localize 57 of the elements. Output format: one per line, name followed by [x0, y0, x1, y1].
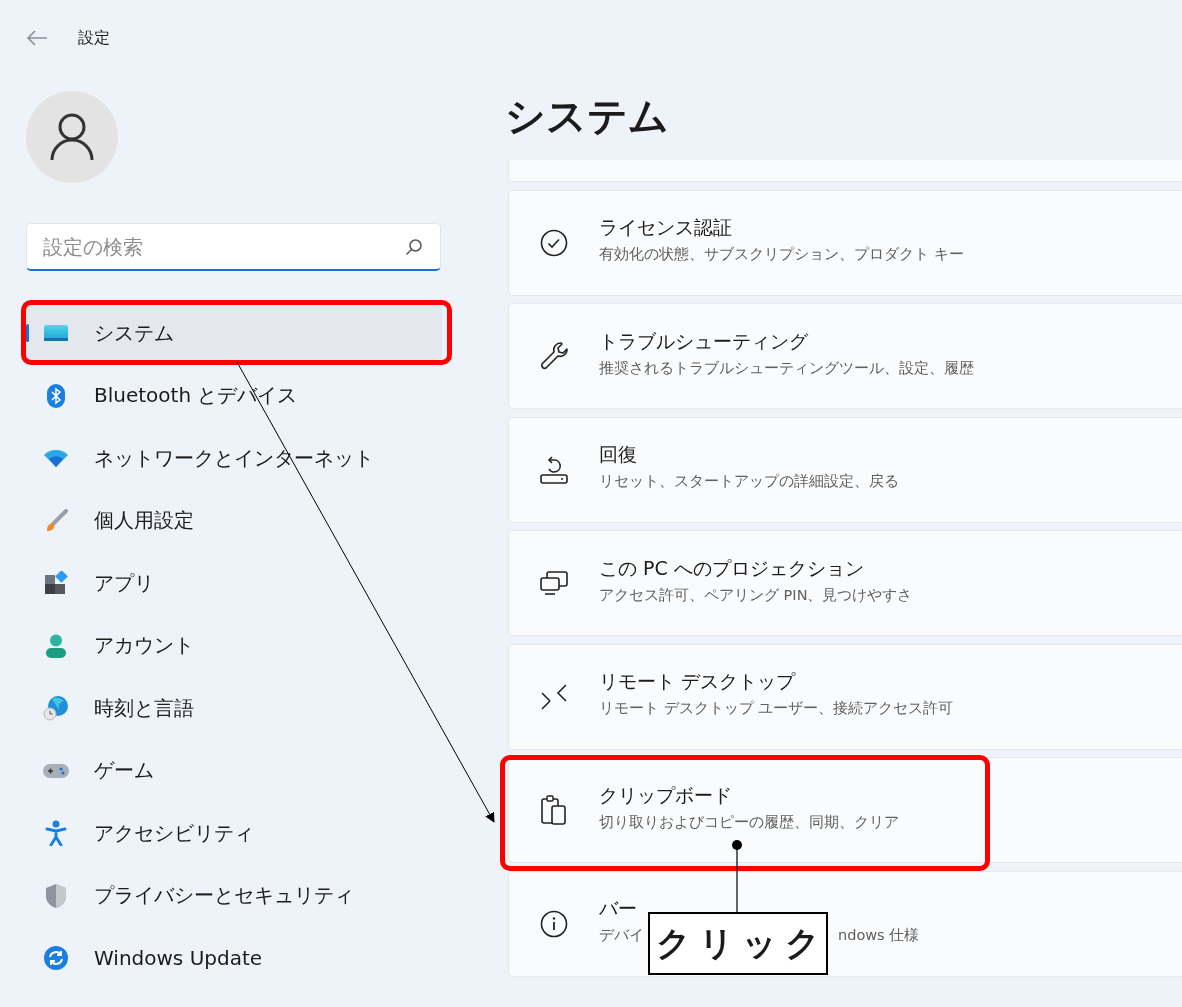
nav-item[interactable]: システム: [26, 305, 442, 361]
card-description: 有効化の状態、サブスクリプション、プロダクト キー: [599, 245, 964, 264]
card-description: リセット、スタートアップの詳細設定、戻る: [599, 472, 899, 491]
info-icon: [539, 909, 569, 938]
nav-item[interactable]: アプリ: [26, 555, 442, 611]
settings-card[interactable]: ライセンス認証 有効化の状態、サブスクリプション、プロダクト キー: [508, 189, 1182, 296]
card-title: ライセンス認証: [599, 215, 733, 240]
gamepad-icon: [42, 761, 70, 780]
update-icon: [44, 946, 68, 970]
paintbrush-icon: [44, 508, 68, 533]
nav-item[interactable]: アカウント: [26, 617, 442, 674]
card-description: リモート デスクトップ ユーザー、接続アクセス許可: [599, 699, 954, 718]
person-icon: [45, 633, 67, 658]
card-title: クリップボード: [599, 782, 733, 808]
clipboard-icon: [539, 794, 569, 826]
nav-item[interactable]: ゲーム: [26, 742, 442, 799]
settings-card[interactable]: この PC へのプロジェクション アクセス許可、ペアリング PIN、見つけやすさ: [508, 530, 1182, 636]
card-title: 回復: [599, 442, 638, 467]
nav-item[interactable]: 時刻と言語: [26, 680, 442, 736]
page-title: システム: [505, 92, 669, 136]
shield-icon: [45, 882, 67, 909]
nav-item[interactable]: Windows Update: [26, 930, 442, 986]
check-circle-icon: [539, 228, 569, 257]
settings-card[interactable]: 回復 リセット、スタートアップの詳細設定、戻る: [508, 416, 1182, 523]
nav-item[interactable]: アクセシビリティ: [26, 805, 442, 861]
card-title: バー: [599, 896, 638, 921]
card-title: リモート デスクトップ: [599, 669, 797, 694]
card-description: ndows 仕様: [838, 926, 920, 945]
accessibility-icon: [45, 820, 67, 846]
apps-icon: [44, 571, 68, 595]
window-title: 設定: [78, 27, 110, 49]
search-icon: [405, 238, 423, 256]
card-description: デバイ: [599, 926, 644, 945]
search-field[interactable]: 設定の検索: [26, 223, 441, 271]
card-description: アクセス許可、ペアリング PIN、見つけやすさ: [599, 585, 913, 605]
settings-card[interactable]: トラブルシューティング 推奨されるトラブルシューティングツール、設定、履歴: [508, 303, 1182, 409]
card-description: 推奨されるトラブルシューティングツール、設定、履歴: [599, 358, 974, 378]
card-title: トラブルシューティング: [599, 328, 809, 354]
callout-label: クリック: [648, 912, 828, 975]
nav-item[interactable]: プライバシーとセキュリティ: [26, 867, 442, 924]
monitor-icon: [43, 323, 69, 343]
wrench-icon: [539, 341, 569, 371]
selection-indicator: [26, 324, 29, 342]
card-title: この PC へのプロジェクション: [599, 555, 865, 581]
settings-card[interactable]: リモート デスクトップ リモート デスクトップ ユーザー、接続アクセス許可: [508, 643, 1182, 750]
nav-item[interactable]: 個人用設定: [26, 492, 442, 549]
recovery-drive-icon: [539, 454, 569, 485]
wifi-icon: [43, 449, 69, 467]
globe-clock-icon: [43, 695, 69, 721]
back-icon[interactable]: [26, 30, 48, 46]
settings-card[interactable]: クリップボード 切り取りおよびコピーの履歴、同期、クリア: [508, 757, 1182, 863]
bluetooth-icon: [47, 383, 65, 408]
projection-icon: [539, 570, 569, 596]
remote-desktop-icon: [539, 682, 569, 711]
card-description: 切り取りおよびコピーの履歴、同期、クリア: [599, 812, 899, 832]
nav-item[interactable]: ネットワークとインターネット: [26, 430, 442, 486]
person-icon: [50, 113, 94, 161]
